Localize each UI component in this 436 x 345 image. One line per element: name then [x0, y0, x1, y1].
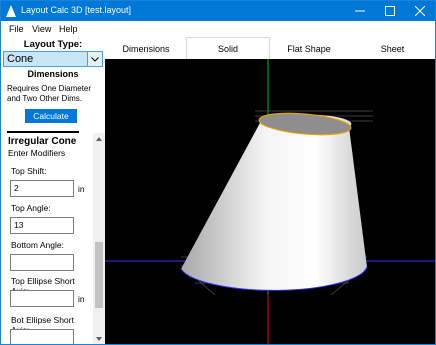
modifiers-scroll-region[interactable]: Irregular Cone Enter Modifiers Top Shift…: [1, 133, 105, 344]
scrollbar-thumb[interactable]: [95, 242, 103, 308]
calculate-button[interactable]: Calculate: [25, 109, 77, 123]
layout-type-select[interactable]: Cone: [3, 51, 103, 67]
top-shift-label: Top Shift:: [11, 166, 47, 176]
layout-type-label: Layout Type:: [23, 39, 83, 50]
3d-viewport[interactable]: [105, 59, 435, 344]
top-angle-input[interactable]: 13: [10, 217, 74, 234]
menu-view[interactable]: View: [32, 24, 51, 34]
bottom-angle-input[interactable]: [10, 254, 74, 271]
close-icon: [415, 6, 425, 16]
chevron-down-small-icon: [96, 336, 102, 341]
tab-solid[interactable]: Solid: [186, 37, 270, 60]
app-window: Layout Calc 3D [test.layout] File View H…: [0, 0, 436, 345]
app-icon: [6, 5, 16, 17]
dropdown-button[interactable]: [87, 52, 102, 66]
maximize-icon: [385, 6, 395, 16]
enter-modifiers-label: Enter Modifiers: [8, 148, 66, 158]
tab-dimensions[interactable]: Dimensions: [105, 38, 187, 59]
menu-file[interactable]: File: [9, 24, 24, 34]
window-title: Layout Calc 3D [test.layout]: [21, 5, 132, 15]
minimize-button[interactable]: [345, 1, 375, 21]
cone-body: [181, 114, 367, 291]
tab-sheet[interactable]: Sheet: [350, 38, 435, 59]
view-tabs: Dimensions Solid Flat Shape Sheet: [105, 37, 435, 60]
layout-type-value: Cone: [7, 53, 34, 65]
minimize-icon: [355, 10, 365, 12]
scroll-down-button[interactable]: [93, 333, 105, 344]
bot-ellipse-input[interactable]: [10, 329, 74, 344]
solid-render: [105, 59, 435, 344]
chevron-down-icon: [91, 56, 99, 62]
close-button[interactable]: [405, 1, 435, 21]
top-shift-input[interactable]: 2: [10, 180, 74, 197]
title-bar[interactable]: Layout Calc 3D [test.layout]: [1, 1, 435, 21]
top-ellipse-input[interactable]: [10, 290, 74, 307]
top-angle-label: Top Angle:: [11, 203, 51, 213]
tab-flat-shape[interactable]: Flat Shape: [268, 38, 350, 59]
sidebar-panel: Layout Type: Cone Dimensions Requires On…: [1, 37, 106, 344]
chevron-up-icon: [96, 136, 102, 141]
bottom-angle-label: Bottom Angle:: [11, 240, 64, 250]
vertical-scrollbar[interactable]: [93, 133, 105, 344]
dimensions-heading: Dimensions: [27, 69, 79, 79]
dimensions-note: Requires One Diameter and Two Other Dims…: [7, 84, 92, 103]
menu-bar: File View Help: [1, 21, 435, 37]
menu-help[interactable]: Help: [59, 24, 78, 34]
top-shift-unit: in: [78, 184, 85, 194]
irregular-cone-title: Irregular Cone: [8, 136, 77, 147]
scroll-up-button[interactable]: [93, 133, 105, 144]
maximize-button[interactable]: [375, 1, 405, 21]
top-ellipse-unit: in: [78, 294, 85, 304]
